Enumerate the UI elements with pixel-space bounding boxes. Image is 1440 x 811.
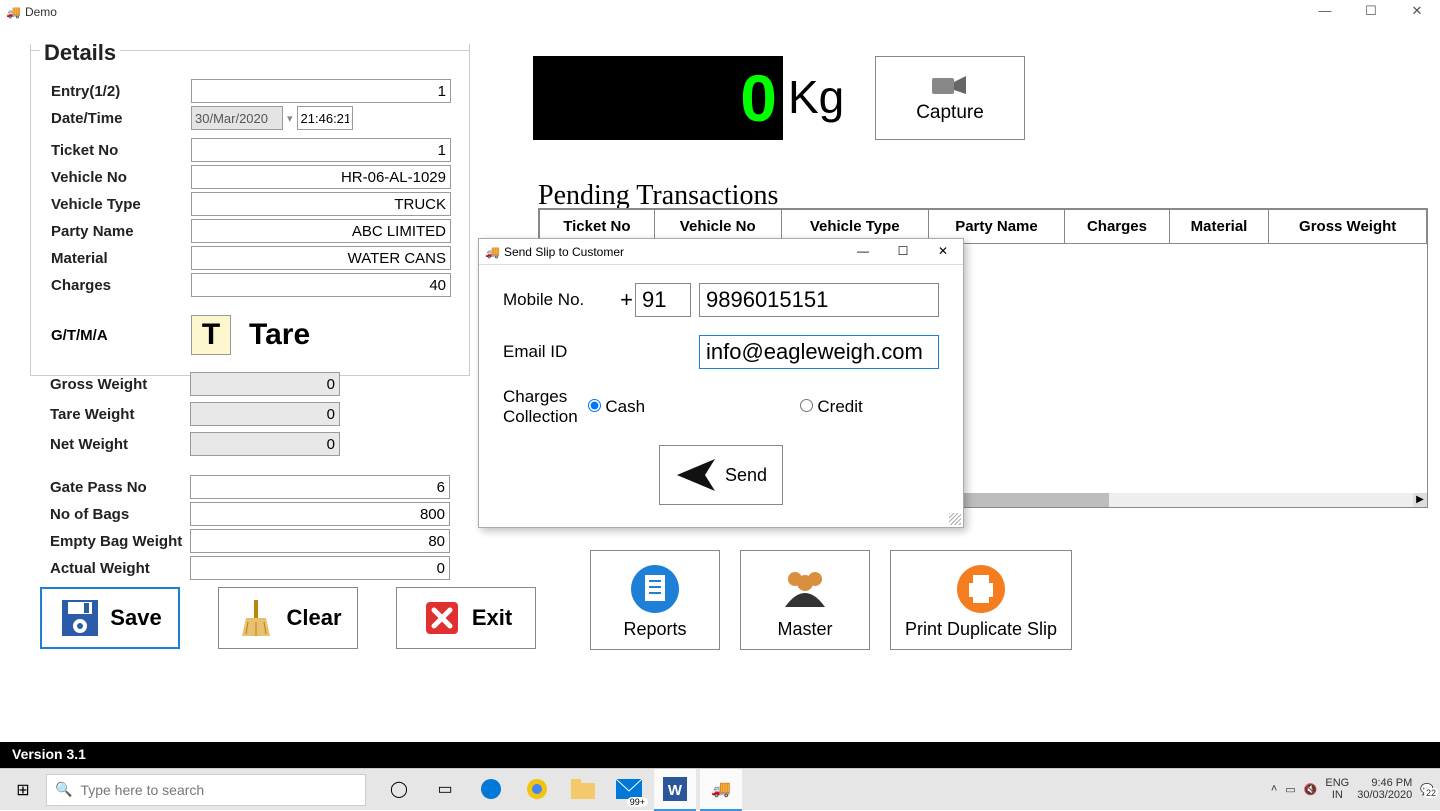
svg-text:W: W xyxy=(668,782,683,799)
bags-panel: Gate Pass No No of Bags Empty Bag Weight… xyxy=(50,472,460,580)
weights-panel: Gross Weight Tare Weight Net Weight xyxy=(50,369,350,456)
chrome-icon[interactable] xyxy=(516,769,558,811)
send-icon xyxy=(675,457,717,493)
exit-icon xyxy=(420,596,464,640)
clear-button[interactable]: Clear xyxy=(218,587,358,649)
app-title: Demo xyxy=(25,5,57,19)
gate-pass-field[interactable] xyxy=(190,475,450,499)
details-panel: Entry(1/2) Date/Time ▾ Ticket No Vehicle… xyxy=(30,44,470,376)
weight-unit: Kg xyxy=(788,70,844,124)
modal-maximize[interactable]: ☐ xyxy=(883,239,923,265)
word-icon[interactable]: W xyxy=(654,769,696,811)
tray-chevron-icon[interactable]: ˄ xyxy=(1271,783,1277,795)
close-button[interactable]: ✕ xyxy=(1394,0,1440,24)
save-button[interactable]: Save xyxy=(40,587,180,649)
start-button[interactable]: ⊞ xyxy=(0,780,46,800)
exit-button[interactable]: Exit xyxy=(396,587,536,649)
minimize-button[interactable]: — xyxy=(1302,0,1348,24)
taskbar-search[interactable]: 🔍 Type here to search xyxy=(46,774,366,806)
resize-grip[interactable] xyxy=(949,513,961,525)
battery-icon[interactable]: ▭ xyxy=(1285,783,1295,796)
reports-button[interactable]: Reports xyxy=(590,550,720,650)
search-icon: 🔍 xyxy=(55,781,72,798)
camera-icon xyxy=(930,72,970,98)
tare-weight-field[interactable] xyxy=(190,402,340,426)
details-heading: Details xyxy=(40,40,120,66)
time-field[interactable] xyxy=(297,106,353,130)
vehicle-type-field[interactable] xyxy=(191,192,451,216)
taskbar: ⊞ 🔍 Type here to search ◯ ▭ 99+ W 🚚 ˄ ▭ … xyxy=(0,768,1440,810)
print-duplicate-button[interactable]: Print Duplicate Slip xyxy=(890,550,1072,650)
master-button[interactable]: Master xyxy=(740,550,870,650)
actual-weight-field[interactable] xyxy=(190,556,450,580)
notifications-icon[interactable]: 💬22 xyxy=(1420,783,1434,796)
empty-bag-weight-field[interactable] xyxy=(190,529,450,553)
date-field[interactable] xyxy=(191,106,283,130)
country-code-field[interactable] xyxy=(635,283,691,317)
broom-icon xyxy=(234,596,278,640)
edge-icon[interactable] xyxy=(470,769,512,811)
modal-minimize[interactable]: — xyxy=(843,239,883,265)
app-titlebar: 🚚 Demo xyxy=(0,0,1440,24)
vehicle-no-field[interactable] xyxy=(191,165,451,189)
gtma-text: Tare xyxy=(249,318,310,352)
grid-scroll-right[interactable]: ▶ xyxy=(1413,493,1427,507)
net-weight-field[interactable] xyxy=(190,432,340,456)
version-bar: Version 3.1 xyxy=(0,742,1440,768)
truck-icon: 🚚 xyxy=(6,5,21,19)
mail-icon[interactable]: 99+ xyxy=(608,769,650,811)
gtma-letter: T xyxy=(191,315,231,355)
gross-weight-field[interactable] xyxy=(190,372,340,396)
credit-radio[interactable]: Credit xyxy=(800,397,952,417)
save-icon xyxy=(58,596,102,640)
app-taskbar-icon[interactable]: 🚚 xyxy=(700,769,742,811)
email-field[interactable] xyxy=(699,335,939,369)
volume-icon[interactable]: 🔇 xyxy=(1304,783,1318,796)
window-controls: — ☐ ✕ xyxy=(1302,0,1440,24)
party-field[interactable] xyxy=(191,219,451,243)
explorer-icon[interactable] xyxy=(562,769,604,811)
maximize-button[interactable]: ☐ xyxy=(1348,0,1394,24)
weight-display: 0 xyxy=(533,56,783,140)
ticket-field[interactable] xyxy=(191,138,451,162)
cortana-icon[interactable]: ◯ xyxy=(378,769,420,811)
people-icon xyxy=(779,563,831,615)
printer-icon xyxy=(955,563,1007,615)
capture-button[interactable]: Capture xyxy=(875,56,1025,140)
task-view-icon[interactable]: ▭ xyxy=(424,769,466,811)
entry-field[interactable] xyxy=(191,79,451,103)
no-of-bags-field[interactable] xyxy=(190,502,450,526)
truck-icon: 🚚 xyxy=(485,245,500,259)
date-dropdown-icon[interactable]: ▾ xyxy=(287,112,293,125)
tray-clock[interactable]: 9:46 PM 30/03/2020 xyxy=(1357,777,1412,801)
mobile-field[interactable] xyxy=(699,283,939,317)
modal-close[interactable]: ✕ xyxy=(923,239,963,265)
charges-field[interactable] xyxy=(191,273,451,297)
reports-icon xyxy=(629,563,681,615)
send-slip-modal: 🚚 Send Slip to Customer — ☐ ✕ Mobile No.… xyxy=(478,238,964,528)
send-button[interactable]: Send xyxy=(659,445,783,505)
cash-radio[interactable]: Cash xyxy=(588,397,740,417)
material-field[interactable] xyxy=(191,246,451,270)
